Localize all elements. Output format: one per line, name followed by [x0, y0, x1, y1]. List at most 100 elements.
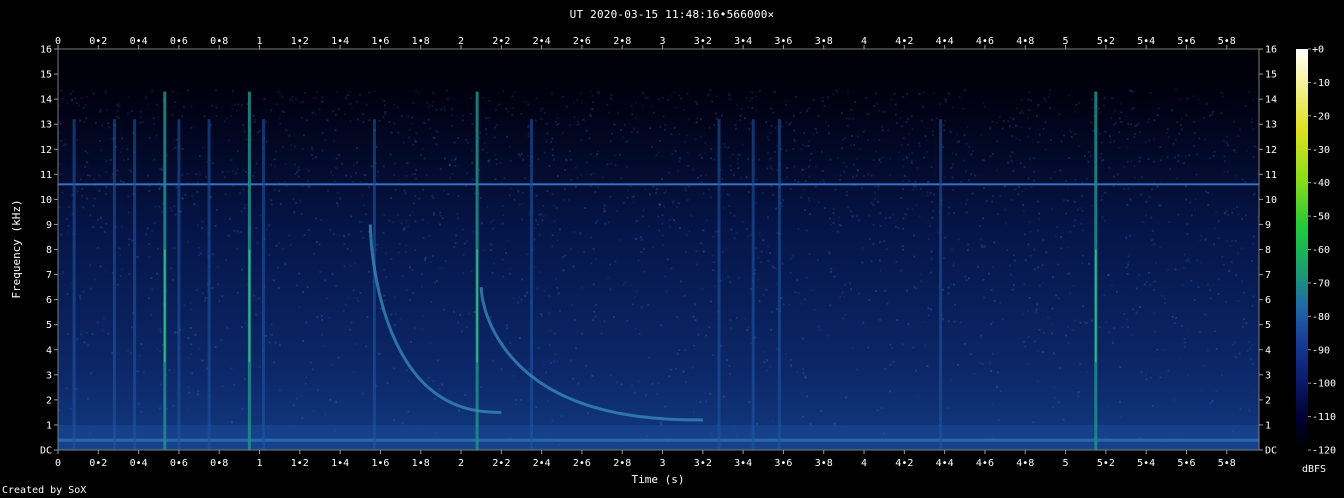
x-tick-label: 1	[256, 458, 262, 469]
y-tick-label-right: 8	[1265, 245, 1271, 256]
impulse-mark	[112, 119, 116, 450]
y-tick-label: 9	[46, 220, 52, 231]
dc-band	[58, 424, 1259, 450]
x-tick-label-top: 3•8	[815, 36, 833, 47]
y-axis-label: Frequency (kHz)	[10, 199, 23, 298]
y-tick-label: 16	[40, 45, 52, 56]
colorbar-tick-label: -10	[1312, 78, 1330, 89]
y-tick-label: 7	[46, 270, 52, 281]
x-tick-label: 5•6	[1177, 458, 1195, 469]
x-tick-label-top: 4•4	[936, 36, 954, 47]
x-tick-label-top: 5•8	[1218, 36, 1236, 47]
impulse-mark	[262, 119, 265, 450]
y-tick-label: 14	[40, 95, 52, 106]
x-tick-label: 0•4	[130, 458, 148, 469]
colorbar-tick-label: -20	[1312, 111, 1330, 122]
x-tick-label-top: 5•4	[1137, 36, 1155, 47]
x-axis-label: Time (s)	[632, 473, 685, 486]
colorbar-tick-label: -60	[1312, 245, 1330, 256]
x-tick-label-top: 4•8	[1016, 36, 1034, 47]
x-tick-label-top: 3•6	[774, 36, 792, 47]
x-tick-label-top: 5	[1063, 36, 1069, 47]
x-tick-label: 1•6	[371, 458, 389, 469]
y-tick-label-right: 5	[1265, 320, 1271, 331]
x-tick-label: 3•6	[774, 458, 792, 469]
y-tick-label-right: 4	[1265, 345, 1271, 356]
x-tick-label-top: 4•6	[976, 36, 994, 47]
impulse-mark	[207, 119, 211, 450]
y-tick-label: 2	[46, 395, 52, 406]
x-tick-label: 1•4	[331, 458, 349, 469]
x-tick-label: 2	[458, 458, 464, 469]
y-tick-label: 11	[40, 170, 52, 181]
y-tick-label-right: 7	[1265, 270, 1271, 281]
x-tick-label-top: 1	[256, 36, 262, 47]
y-tick-label-right: 11	[1265, 170, 1277, 181]
x-tick-label: 4•6	[976, 458, 994, 469]
x-tick-label: 5•4	[1137, 458, 1155, 469]
colorbar-tick-label: -100	[1312, 379, 1336, 390]
impulse-core	[248, 249, 251, 363]
y-tick-label-right: 2	[1265, 395, 1271, 406]
colorbar	[1296, 49, 1308, 450]
x-tick-label: 0•2	[89, 458, 107, 469]
y-tick-label: 8	[46, 245, 52, 256]
y-tick-label: 5	[46, 320, 52, 331]
colorbar-tick-label: +0	[1312, 45, 1324, 56]
y-tick-label-right: DC	[1265, 446, 1277, 457]
x-tick-label: 2•8	[613, 458, 631, 469]
x-tick-label-top: 2	[458, 36, 464, 47]
x-tick-label-top: 0•2	[89, 36, 107, 47]
x-tick-label: 0	[55, 458, 61, 469]
impulse-mark	[372, 119, 376, 450]
y-tick-label: 1	[46, 420, 52, 431]
colorbar-tick-label: -120	[1312, 446, 1336, 457]
impulse-mark	[777, 119, 781, 450]
y-tick-label: 15	[40, 70, 52, 81]
x-tick-label-top: 4	[861, 36, 867, 47]
x-tick-label-top: 4•2	[895, 36, 913, 47]
x-tick-label-top: 5•2	[1097, 36, 1115, 47]
impulse-mark	[177, 119, 181, 450]
impulse-mark	[751, 119, 755, 450]
x-tick-label-top: 3•2	[694, 36, 712, 47]
y-tick-label: 6	[46, 295, 52, 306]
x-tick-label-top: 0	[55, 36, 61, 47]
x-tick-label: 5•8	[1218, 458, 1236, 469]
x-tick-label: 2•2	[492, 458, 510, 469]
y-tick-label-right: 10	[1265, 195, 1277, 206]
x-tick-label: 2•4	[533, 458, 551, 469]
y-tick-label-right: 12	[1265, 145, 1277, 156]
x-tick-label: 4•2	[895, 458, 913, 469]
x-tick-label-top: 1•2	[291, 36, 309, 47]
x-tick-label: 5•2	[1097, 458, 1115, 469]
impulse-core	[1095, 249, 1097, 363]
impulse-mark	[530, 119, 533, 450]
plot-background	[58, 49, 1259, 450]
y-tick-label-right: 1	[1265, 420, 1271, 431]
x-tick-label: 3•8	[815, 458, 833, 469]
spectrogram-chart: 0 0•2 0•4 0•6 0•8 1 1•2 1•4 1•6 1•8 2 2•2 2•4 2•6 2•8 3…	[10, 36, 1336, 486]
impulse-mark	[939, 119, 943, 450]
colorbar-label: dBFS	[1302, 464, 1326, 475]
x-tick-label: 2•6	[573, 458, 591, 469]
impulse-core	[164, 249, 166, 363]
x-tick-label-top: 0•4	[130, 36, 148, 47]
x-tick-label-top: 2•4	[533, 36, 551, 47]
x-tick-label-top: 5•6	[1177, 36, 1195, 47]
x-tick-label-top: 1•6	[371, 36, 389, 47]
y-tick-label-right: 14	[1265, 95, 1277, 106]
y-tick-label: 3	[46, 370, 52, 381]
x-tick-label-top: 0•8	[210, 36, 228, 47]
x-tick-label: 3•4	[734, 458, 752, 469]
y-tick-label: 4	[46, 345, 52, 356]
y-tick-label-right: 3	[1265, 370, 1271, 381]
x-tick-label-top: 2•8	[613, 36, 631, 47]
impulse-mark	[72, 119, 76, 450]
colorbar-tick-label: -40	[1312, 178, 1330, 189]
impulse-core	[476, 249, 478, 363]
x-tick-label: 1•2	[291, 458, 309, 469]
colorbar-tick-label: -110	[1312, 412, 1336, 423]
colorbar-tick-label: -80	[1312, 312, 1330, 323]
x-tick-label-top: 0•6	[170, 36, 188, 47]
